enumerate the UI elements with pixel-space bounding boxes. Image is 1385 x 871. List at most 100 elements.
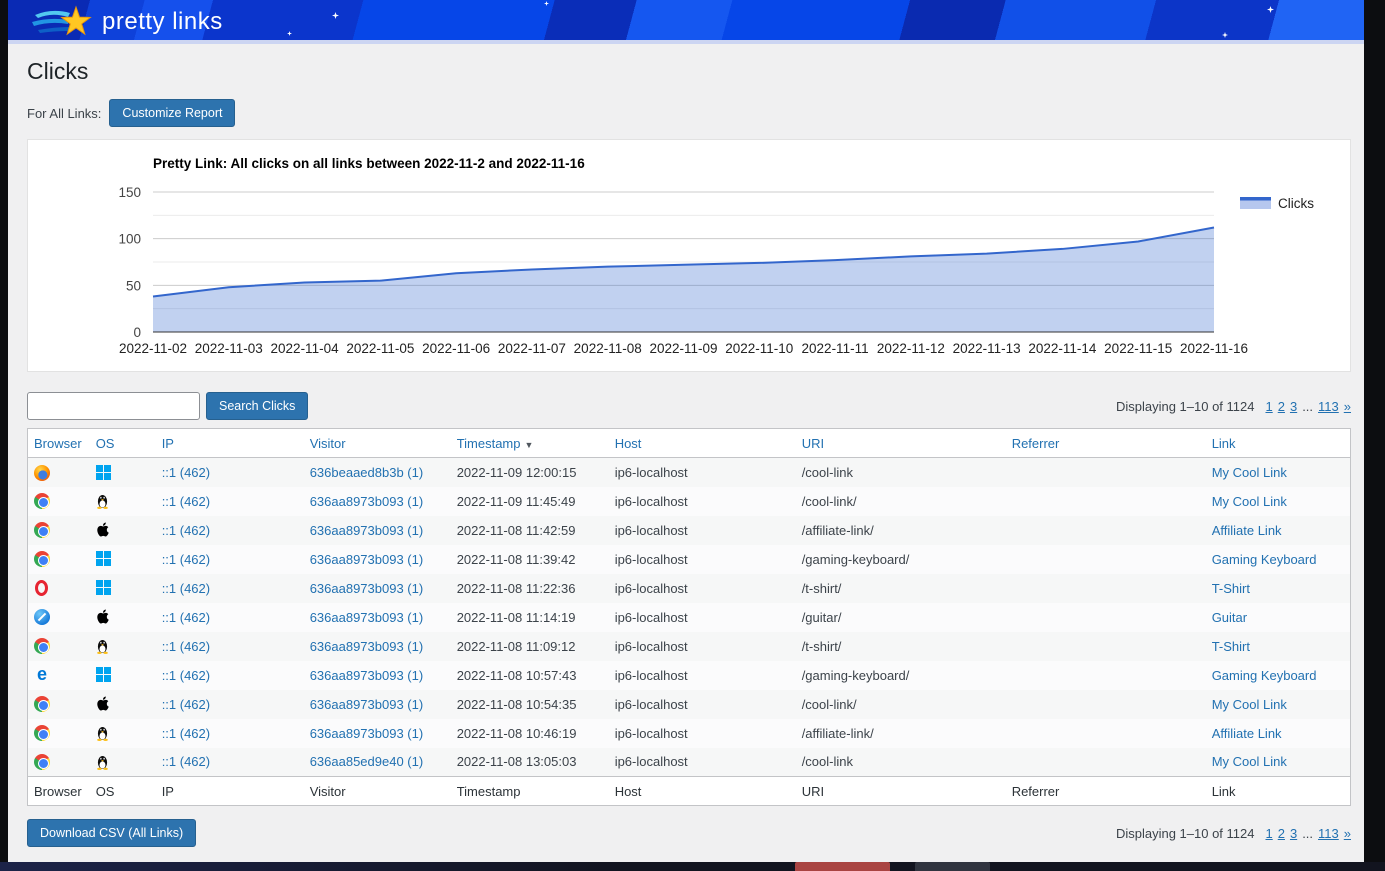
svg-text:0: 0: [133, 325, 141, 340]
ip-link[interactable]: ::1 (462): [162, 639, 210, 654]
taskbar-gray-item: [915, 862, 990, 871]
table-row: ::1 (462) 636aa8973b093 (1) 2022-11-09 11:…: [28, 487, 1351, 516]
ip-link[interactable]: ::1 (462): [162, 610, 210, 625]
column-header-os[interactable]: OS: [90, 429, 156, 458]
host-cell: ip6-localhost: [609, 574, 796, 603]
pretty-link-link[interactable]: T-Shirt: [1212, 581, 1250, 596]
page-link-1[interactable]: 1: [1265, 826, 1272, 841]
download-csv-button[interactable]: Download CSV (All Links): [27, 819, 196, 847]
page-link-3[interactable]: 3: [1290, 399, 1297, 414]
uri-cell: /cool-link: [796, 748, 1006, 777]
pagination-ellipsis: ...: [1302, 399, 1313, 414]
ip-link[interactable]: ::1 (462): [162, 523, 210, 538]
edge-icon: e: [34, 667, 50, 683]
search-clicks-button[interactable]: Search Clicks: [206, 392, 308, 420]
ip-link[interactable]: ::1 (462): [162, 726, 210, 741]
clicks-table: BrowserOSIPVisitorTimestamp▼HostURIRefer…: [27, 428, 1351, 806]
visitor-link[interactable]: 636aa85ed9e40 (1): [310, 754, 424, 769]
customize-report-button[interactable]: Customize Report: [109, 99, 235, 127]
pretty-link-link[interactable]: Gaming Keyboard: [1212, 552, 1317, 567]
page-link-last[interactable]: 113: [1318, 399, 1339, 414]
ip-link[interactable]: ::1 (462): [162, 465, 210, 480]
timestamp-cell: 2022-11-08 10:57:43: [451, 661, 609, 690]
pretty-link-link[interactable]: Affiliate Link: [1212, 726, 1282, 741]
next-page-link[interactable]: »: [1344, 826, 1351, 841]
sparkle-icon: [1222, 32, 1228, 38]
pretty-link-link[interactable]: Affiliate Link: [1212, 523, 1282, 538]
column-header-uri[interactable]: URI: [796, 429, 1006, 458]
column-header-host[interactable]: Host: [609, 429, 796, 458]
visitor-link[interactable]: 636aa8973b093 (1): [310, 726, 424, 741]
column-header-timestamp[interactable]: Timestamp▼: [451, 429, 609, 458]
firefox-icon: [34, 465, 50, 481]
windows-icon: [96, 551, 112, 567]
host-cell: ip6-localhost: [609, 487, 796, 516]
visitor-link[interactable]: 636aa8973b093 (1): [310, 581, 424, 596]
visitor-link[interactable]: 636aa8973b093 (1): [310, 697, 424, 712]
pretty-link-link[interactable]: My Cool Link: [1212, 465, 1287, 480]
pretty-link-link[interactable]: My Cool Link: [1212, 754, 1287, 769]
column-header-ip[interactable]: IP: [156, 429, 304, 458]
visitor-link[interactable]: 636beaaed8b3b (1): [310, 465, 424, 480]
svg-text:Clicks: Clicks: [1278, 196, 1314, 211]
ip-link[interactable]: ::1 (462): [162, 552, 210, 567]
logo-wordmark: pretty links: [102, 8, 223, 36]
svg-text:2022-11-06: 2022-11-06: [422, 341, 490, 356]
visitor-link[interactable]: 636aa8973b093 (1): [310, 668, 424, 683]
column-header-referrer[interactable]: Referrer: [1006, 429, 1206, 458]
pretty-link-link[interactable]: T-Shirt: [1212, 639, 1250, 654]
page-link-2[interactable]: 2: [1278, 826, 1285, 841]
visitor-cell: 636aa8973b093 (1): [304, 661, 451, 690]
uri-cell: /cool-link/: [796, 690, 1006, 719]
column-header-visitor[interactable]: Visitor: [304, 429, 451, 458]
uri-cell: /cool-link/: [796, 487, 1006, 516]
page-link-2[interactable]: 2: [1278, 399, 1285, 414]
ip-link[interactable]: ::1 (462): [162, 668, 210, 683]
os-cell: [90, 661, 156, 690]
pretty-link-link[interactable]: Gaming Keyboard: [1212, 668, 1317, 683]
column-header-link[interactable]: Link: [1206, 429, 1351, 458]
pretty-link-link[interactable]: My Cool Link: [1212, 494, 1287, 509]
ip-cell: ::1 (462): [156, 748, 304, 777]
ip-cell: ::1 (462): [156, 458, 304, 487]
visitor-cell: 636aa85ed9e40 (1): [304, 748, 451, 777]
visitor-cell: 636aa8973b093 (1): [304, 545, 451, 574]
visitor-link[interactable]: 636aa8973b093 (1): [310, 610, 424, 625]
column-header-browser[interactable]: Browser: [28, 429, 90, 458]
pretty-link-link[interactable]: Guitar: [1212, 610, 1247, 625]
ip-link[interactable]: ::1 (462): [162, 697, 210, 712]
filter-label: For All Links:: [27, 106, 101, 121]
chrome-icon: [34, 638, 50, 654]
search-input[interactable]: [27, 392, 200, 420]
ip-link[interactable]: ::1 (462): [162, 754, 210, 769]
timestamp-cell: 2022-11-08 11:22:36: [451, 574, 609, 603]
visitor-link[interactable]: 636aa8973b093 (1): [310, 552, 424, 567]
host-cell: ip6-localhost: [609, 719, 796, 748]
ip-cell: ::1 (462): [156, 574, 304, 603]
chrome-icon: [34, 522, 50, 538]
page-link-3[interactable]: 3: [1290, 826, 1297, 841]
chrome-icon: [34, 696, 50, 712]
next-page-link[interactable]: »: [1344, 399, 1351, 414]
chrome-icon: [34, 551, 50, 567]
ip-link[interactable]: ::1 (462): [162, 494, 210, 509]
link-cell: My Cool Link: [1206, 690, 1351, 719]
page-link-last[interactable]: 113: [1318, 826, 1339, 841]
visitor-link[interactable]: 636aa8973b093 (1): [310, 494, 424, 509]
content-area: Clicks For All Links: Customize Report P…: [8, 58, 1364, 847]
svg-text:2022-11-03: 2022-11-03: [195, 341, 263, 356]
sort-desc-icon: ▼: [525, 440, 534, 450]
table-row: ::1 (462)636aa8973b093 (1)2022-11-08 10:…: [28, 719, 1351, 748]
os-cell: [90, 719, 156, 748]
timestamp-cell: 2022-11-08 11:42:59: [451, 516, 609, 545]
table-row: ::1 (462) 636aa8973b093 (1) 2022-11-08 11:…: [28, 516, 1351, 545]
opera-icon: [35, 580, 48, 596]
page-link-1[interactable]: 1: [1265, 399, 1272, 414]
visitor-link[interactable]: 636aa8973b093 (1): [310, 523, 424, 538]
timestamp-cell: 2022-11-09 12:00:15: [451, 458, 609, 487]
timestamp-cell: 2022-11-09 11:45:49: [451, 487, 609, 516]
pretty-link-link[interactable]: My Cool Link: [1212, 697, 1287, 712]
ip-link[interactable]: ::1 (462): [162, 581, 210, 596]
displaying-count: Displaying 1–10 of 1124: [1116, 399, 1255, 414]
visitor-link[interactable]: 636aa8973b093 (1): [310, 639, 424, 654]
